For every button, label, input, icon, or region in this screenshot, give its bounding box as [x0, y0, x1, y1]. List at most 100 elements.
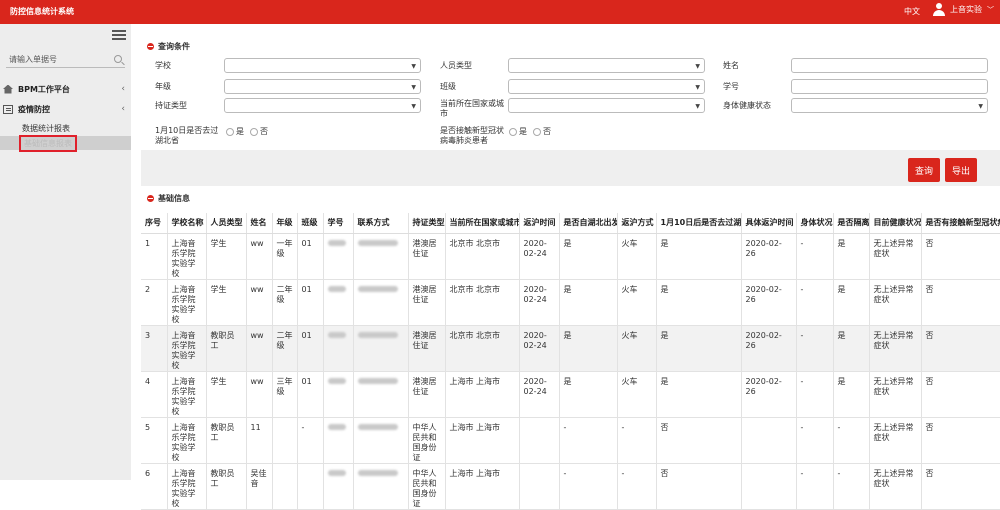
- dropdown-arrow-icon: ▼: [695, 63, 700, 70]
- sidebar-item-label: 基础信息报表: [19, 134, 77, 152]
- top-bar: 防控信息统计系统 中文 上音实验 ﹀: [0, 0, 1000, 24]
- table-cell: 是: [559, 325, 618, 372]
- school-select[interactable]: ▼: [224, 58, 421, 73]
- table-row: 6 上海音乐学院实验学校 教职员工 吴佳音 中华人民共和国身份证 上海市 上海市 - - 否 - -…: [141, 463, 1000, 510]
- username: 上音实验: [950, 5, 982, 14]
- radio-yes[interactable]: [226, 127, 234, 136]
- table-cell: 无上述异常症状: [869, 463, 922, 510]
- sidebar-item-epidemic[interactable]: 疫情防控 ‹: [0, 100, 131, 118]
- export-button[interactable]: 导出: [945, 158, 977, 182]
- sidebar-item-bpm[interactable]: BPM工作平台 ‹: [0, 80, 131, 98]
- name-input[interactable]: [791, 58, 988, 73]
- radio-no[interactable]: [533, 127, 541, 136]
- table-cell: 上海音乐学院实验学校: [167, 279, 207, 326]
- column-header: 是否隔离: [833, 213, 870, 234]
- search-button[interactable]: 查询: [908, 158, 940, 182]
- radio-no[interactable]: [250, 127, 258, 136]
- table-cell: 否: [921, 463, 1000, 510]
- table-cell: 上海音乐学院实验学校: [167, 325, 207, 372]
- sidebar-item-label: 数据统计报表: [22, 123, 70, 133]
- radio-yes[interactable]: [509, 127, 517, 136]
- dropdown-arrow-icon: ▼: [411, 63, 416, 70]
- user-menu[interactable]: 上音实验 ﹀: [933, 3, 994, 16]
- sidebar-item-basic-report[interactable]: 基础信息报表: [0, 134, 131, 152]
- table-cell: [323, 417, 354, 464]
- column-header: 序号: [141, 213, 168, 234]
- collapse-icon[interactable]: [147, 195, 154, 202]
- basic-info-table: 序号 学校名称 人员类型 姓名 年级 班级 学号 联系方式 持证类型 当前所在国家或城市 返沪时间是…: [141, 213, 1000, 510]
- table-cell: 2020-02-26: [741, 371, 797, 418]
- table-cell: 学生: [206, 371, 247, 418]
- table-cell: 是: [656, 233, 742, 280]
- table-cell: 否: [921, 417, 1000, 464]
- sidebar-item-stats-report[interactable]: 数据统计报表: [0, 121, 131, 135]
- table-cell: 中华人民共和国身份证: [408, 463, 446, 510]
- table-row: 5 上海音乐学院实验学校 教职员工 11- 中华人民共和国身份证 上海市 上海市 - - 否 - -…: [141, 417, 1000, 464]
- language-switch[interactable]: 中文: [904, 6, 920, 17]
- table-cell: 否: [921, 325, 1000, 372]
- table-cell: 火车: [617, 279, 657, 326]
- table-cell: 港澳居住证: [408, 325, 446, 372]
- health-select[interactable]: ▼: [791, 98, 988, 113]
- column-header: 学校名称: [167, 213, 207, 234]
- table-row: 2 上海音乐学院实验学校 学生 ww 二年级 01 港澳居住证 北京市 北京市 2020-02-…: [141, 279, 1000, 326]
- column-header: 联系方式: [353, 213, 409, 234]
- table-cell: [353, 371, 409, 418]
- column-header: 目前健康状况: [869, 213, 922, 234]
- class-select[interactable]: ▼: [508, 79, 705, 94]
- column-header: 返沪时间: [519, 213, 560, 234]
- table-cell: 否: [656, 417, 742, 464]
- table-cell: 01: [297, 371, 324, 418]
- table-cell: 北京市 北京市: [445, 233, 520, 280]
- table-cell: [272, 463, 298, 510]
- table-cell: [323, 463, 354, 510]
- table-cell: 二年级: [272, 325, 298, 372]
- grade-label: 年级: [155, 82, 171, 91]
- basic-section-title: 基础信息: [147, 193, 190, 204]
- column-header: 年级: [272, 213, 298, 234]
- grade-select[interactable]: ▼: [224, 79, 421, 94]
- table-cell: 吴佳音: [246, 463, 273, 510]
- table-cell: 2020-02-24: [519, 233, 560, 280]
- table-cell: -: [796, 371, 834, 418]
- column-header: 1月10日后是否去过湖北: [656, 213, 742, 234]
- column-header: 班级: [297, 213, 324, 234]
- table-cell: 是: [833, 371, 870, 418]
- redacted-value: [357, 286, 398, 292]
- table-cell: ww: [246, 371, 273, 418]
- sidebar-item-label: BPM工作平台: [18, 84, 70, 94]
- table-cell: -: [617, 463, 657, 510]
- column-header: 身体状况: [796, 213, 834, 234]
- table-cell: 火车: [617, 371, 657, 418]
- table-cell: 上海音乐学院实验学校: [167, 233, 207, 280]
- table-cell: 2020-02-26: [741, 233, 797, 280]
- collapse-icon[interactable]: [147, 43, 154, 50]
- table-cell: [297, 463, 324, 510]
- table-cell: 是: [559, 279, 618, 326]
- class-label: 班级: [440, 82, 456, 91]
- table-cell: 无上述异常症状: [869, 233, 922, 280]
- menu-toggle-icon[interactable]: [112, 30, 126, 41]
- cert-type-select[interactable]: ▼: [224, 98, 421, 113]
- search-input[interactable]: [6, 55, 106, 64]
- table-cell: 中华人民共和国身份证: [408, 417, 446, 464]
- table-cell: 上海音乐学院实验学校: [167, 417, 207, 464]
- column-header: 返沪方式: [617, 213, 657, 234]
- table-cell: 3: [141, 325, 168, 372]
- table-cell: 上海音乐学院实验学校: [167, 463, 207, 510]
- chevron-left-icon: ‹: [121, 84, 125, 94]
- table-cell: 否: [921, 233, 1000, 280]
- table-cell: [519, 463, 560, 510]
- user-icon: [933, 3, 945, 16]
- search-icon[interactable]: [114, 55, 122, 63]
- table-cell: 港澳居住证: [408, 371, 446, 418]
- table-cell: 教职员工: [206, 417, 247, 464]
- redacted-value: [357, 470, 398, 476]
- person-type-select[interactable]: ▼: [508, 58, 705, 73]
- table-cell: 上海市 上海市: [445, 371, 520, 418]
- redacted-value: [357, 378, 398, 384]
- dropdown-arrow-icon: ▼: [695, 103, 700, 110]
- table-cell: 11: [246, 417, 273, 464]
- student-no-input[interactable]: [791, 79, 988, 94]
- location-select[interactable]: ▼: [508, 98, 705, 113]
